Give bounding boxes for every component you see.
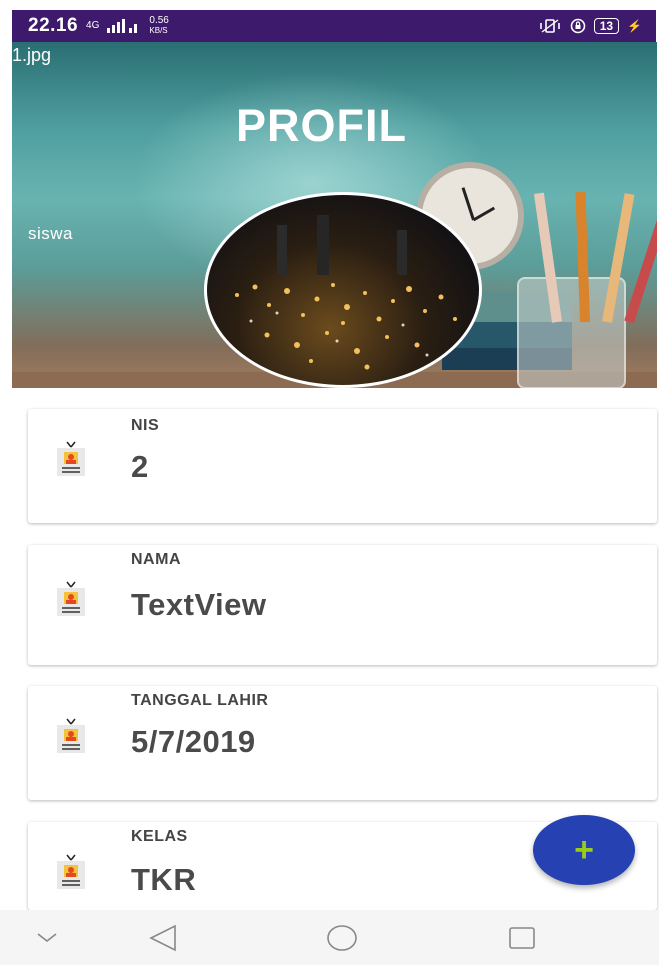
network-type: 4G <box>86 20 100 31</box>
avatar[interactable] <box>204 192 482 388</box>
card-value: 2 <box>131 449 149 484</box>
card-nama: NAMA TextView <box>28 545 657 665</box>
rotation-lock-icon <box>570 18 585 34</box>
id-card-icon <box>57 854 85 889</box>
home-icon[interactable] <box>326 924 358 952</box>
recents-icon[interactable] <box>508 926 536 950</box>
profile-header: 1.jpg PROFIL siswa <box>12 42 657 388</box>
card-nis: NIS 2 <box>28 409 657 523</box>
card-label: KELAS <box>131 828 188 845</box>
card-value: 5/7/2019 <box>131 724 256 759</box>
battery-level: 13 <box>593 18 620 34</box>
back-icon[interactable] <box>148 924 178 952</box>
id-card-icon <box>57 441 85 476</box>
charging-icon: ⚡ <box>627 19 642 33</box>
card-label: NIS <box>131 417 160 434</box>
chevron-down-icon[interactable] <box>36 932 58 944</box>
network-speed: 0.56 KB/S <box>149 15 169 36</box>
avatar-city-lights <box>235 215 457 370</box>
plus-icon: + <box>574 830 594 869</box>
image-filename: 1.jpg <box>12 45 52 65</box>
vibrate-icon <box>539 19 560 33</box>
status-bar: 22.16 4G 0.56 KB/S 13 ⚡ <box>12 10 656 42</box>
navigation-bar <box>0 910 659 965</box>
card-value: TextView <box>131 587 267 622</box>
add-button[interactable]: + <box>533 815 635 885</box>
card-tanggal-lahir: TANGGAL LAHIR 5/7/2019 <box>28 686 657 800</box>
status-time: 22.16 <box>28 15 79 36</box>
card-label: NAMA <box>131 551 181 568</box>
signal-icon <box>107 19 138 33</box>
page-title: PROFIL <box>236 100 407 151</box>
card-value: TKR <box>131 862 197 897</box>
card-label: TANGGAL LAHIR <box>131 692 269 709</box>
id-card-icon <box>57 718 85 753</box>
id-card-icon <box>57 581 85 616</box>
user-role: siswa <box>28 224 74 243</box>
